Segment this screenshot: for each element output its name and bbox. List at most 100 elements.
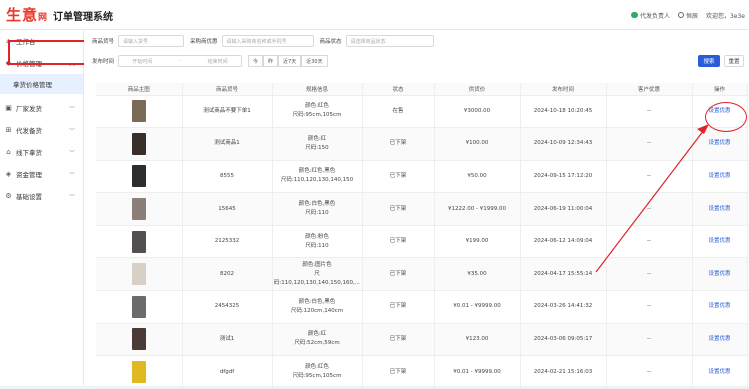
sidebar-item-factory[interactable]: ▣ 厂家发货 ﹀ [0,97,83,119]
sidebar-item-label: 线下拿货 [16,149,42,157]
reset-button[interactable]: 重置 [724,55,744,67]
status-cell: 已下架 [362,192,435,226]
set-discount-link[interactable]: 设置优惠 [708,271,730,277]
gear-icon: ⚙ [5,191,12,200]
date-range-picker[interactable]: 开始时间 - 结束时间 [118,55,243,67]
spec-cell: 颜色:红 尺码:52cm,59cm [272,323,363,357]
agent-link[interactable]: 代发负责人 [630,11,670,20]
spec-color: 颜色:白色,黑色 [298,298,336,305]
spec-size: 尺码:110,120,130,140,150 [280,177,354,184]
spec-size: 尺码:95cm,105cm [292,373,342,380]
spec-cell: 颜色:图片色 尺码:110,120,130,140,150,160,... [272,257,363,292]
set-discount-link[interactable]: 设置优惠 [708,108,730,114]
set-discount-link[interactable]: 设置优惠 [708,238,730,244]
cart-icon: ⊞ [5,125,12,134]
set-discount-link[interactable]: 设置优惠 [708,206,730,212]
quick-30days[interactable]: 近30天 [301,55,328,67]
status-cell: 已下架 [362,225,435,259]
logo: 生意 网 订单管理系统 [6,4,113,25]
welcome-text[interactable]: 欢迎您，3e3e [706,11,745,20]
top-bar: 生意 网 订单管理系统 代发负责人 恒辰 欢迎您，3e3e [0,0,749,30]
product-image-cell [96,225,183,259]
spec-color: 颜色:红色 [305,364,329,371]
set-discount-link[interactable]: 设置优惠 [708,336,730,342]
table-row: 8202 颜色:图片色 尺码:110,120,130,140,150,160,...… [96,257,748,292]
time-label: 发布时间 [92,59,115,65]
time-cell: 2024-03-26 14:41:32 [520,290,607,324]
sidebar-item-label: 资金管理 [16,171,42,179]
goods-no-label: 商品货号 [92,39,115,45]
table-header: 商品主图 商品货号 规格信息 状态 供货价 发布时间 客户优惠 操作 [96,83,748,96]
product-thumbnail[interactable] [131,198,146,221]
product-thumbnail[interactable] [131,295,146,318]
status-cell: 已下架 [362,355,435,389]
col-discount: 客户优惠 [606,83,693,96]
quick-7days[interactable]: 近7天 [278,55,302,67]
product-thumbnail[interactable] [131,361,146,384]
product-thumbnail[interactable] [131,263,146,286]
col-action: 操作 [692,83,748,96]
discount-cell: -- [606,323,693,357]
logo-text: 生意 [6,6,39,24]
buyer-input[interactable]: 请输入采购商名称或手机号 [221,35,314,47]
spec-color: 颜色:红色 [305,103,329,110]
set-discount-link[interactable]: 设置优惠 [708,303,730,309]
product-thumbnail[interactable] [131,100,146,123]
set-discount-link[interactable]: 设置优惠 [708,369,730,375]
product-image-cell [96,127,183,161]
chevron-down-icon: ﹀ [68,127,75,135]
col-price: 供货价 [434,83,521,96]
price-cell: ¥35.00 [434,257,521,292]
discount-cell: -- [606,160,693,194]
discount-cell: -- [606,290,693,324]
spec-cell: 颜色:红色,黑色尺码:110,120,130,140,150 [272,160,363,194]
agent-label: 代发负责人 [639,12,670,20]
discount-cell: -- [606,225,693,259]
quick-yesterday[interactable]: 昨 [263,55,279,67]
action-cell: 设置优惠 [692,225,748,259]
product-image-cell [96,192,183,226]
col-sku: 商品货号 [182,83,273,96]
search-button[interactable]: 搜索 [698,55,720,67]
quick-today[interactable]: 今 [248,55,264,67]
sku-cell: 15645 [182,192,273,226]
status-select[interactable]: 请选择商品状态 [345,35,434,47]
time-cell: 2024-10-09 12:34:43 [520,127,607,161]
price-cell: ¥100.00 [434,127,521,161]
chevron-down-icon: ﹀ [68,149,75,157]
table-row: 测试商品1 颜色:红 尺码:150 已下架 ¥100.00 2024-10-09 12:3… [96,127,748,161]
set-discount-link[interactable]: 设置优惠 [708,140,730,146]
sku-cell: 测试商品1 [182,127,273,161]
goods-no-input[interactable]: 请输入货号 [118,35,185,47]
product-thumbnail[interactable] [131,230,146,253]
sidebar-item-funds[interactable]: ◈ 资金管理 ﹀ [0,163,83,185]
product-thumbnail[interactable] [131,132,146,155]
wechat-icon [630,12,638,18]
sidebar-subitem-price-manage[interactable]: 拿货价格管理 [0,74,83,94]
sidebar-item-settings[interactable]: ⚙ 基础设置 ﹀ [0,185,83,207]
sidebar-item-stock[interactable]: ⊞ 代发备货 ﹀ [0,119,83,141]
discount-cell: -- [606,355,693,389]
col-spec: 规格信息 [272,83,363,96]
spec-cell: 颜色:红色尺码:95cm,105cm [272,355,363,389]
product-image-cell [96,290,183,324]
product-thumbnail[interactable] [131,165,146,188]
col-status: 状态 [362,83,435,96]
spec-size: 尺码:120cm,140cm [290,307,344,314]
spec-color: 颜色:粉色 [305,233,329,240]
chevron-down-icon: ﹀ [68,171,75,179]
spec-color: 颜色:红 [307,135,327,142]
product-thumbnail[interactable] [131,328,146,351]
account-link[interactable]: 恒辰 [677,11,698,20]
set-discount-link[interactable]: 设置优惠 [708,173,730,179]
sidebar: ⌂ 工作台 ◆ 价格管理 ︿ 拿货价格管理 ▣ 厂家发货 ﹀ ⊞ 代发备货 ﹀ ⌂ 线下拿货 ﹀ … [0,30,84,386]
status-cell: 已下架 [362,160,435,194]
time-cell: 2024-06-12 14:09:04 [520,225,607,259]
action-cell: 设置优惠 [692,323,748,357]
product-image-cell [96,355,183,389]
sidebar-item-offline[interactable]: ⌂ 线下拿货 ﹀ [0,141,83,163]
help-icon [677,12,684,18]
spec-color: 颜色:红色,黑色 [298,168,336,175]
box-icon: ▣ [5,103,12,112]
table-row: 2454325 颜色:白色,黑色 尺码:120cm,140cm 已下架 ¥0.01 - … [96,290,748,324]
